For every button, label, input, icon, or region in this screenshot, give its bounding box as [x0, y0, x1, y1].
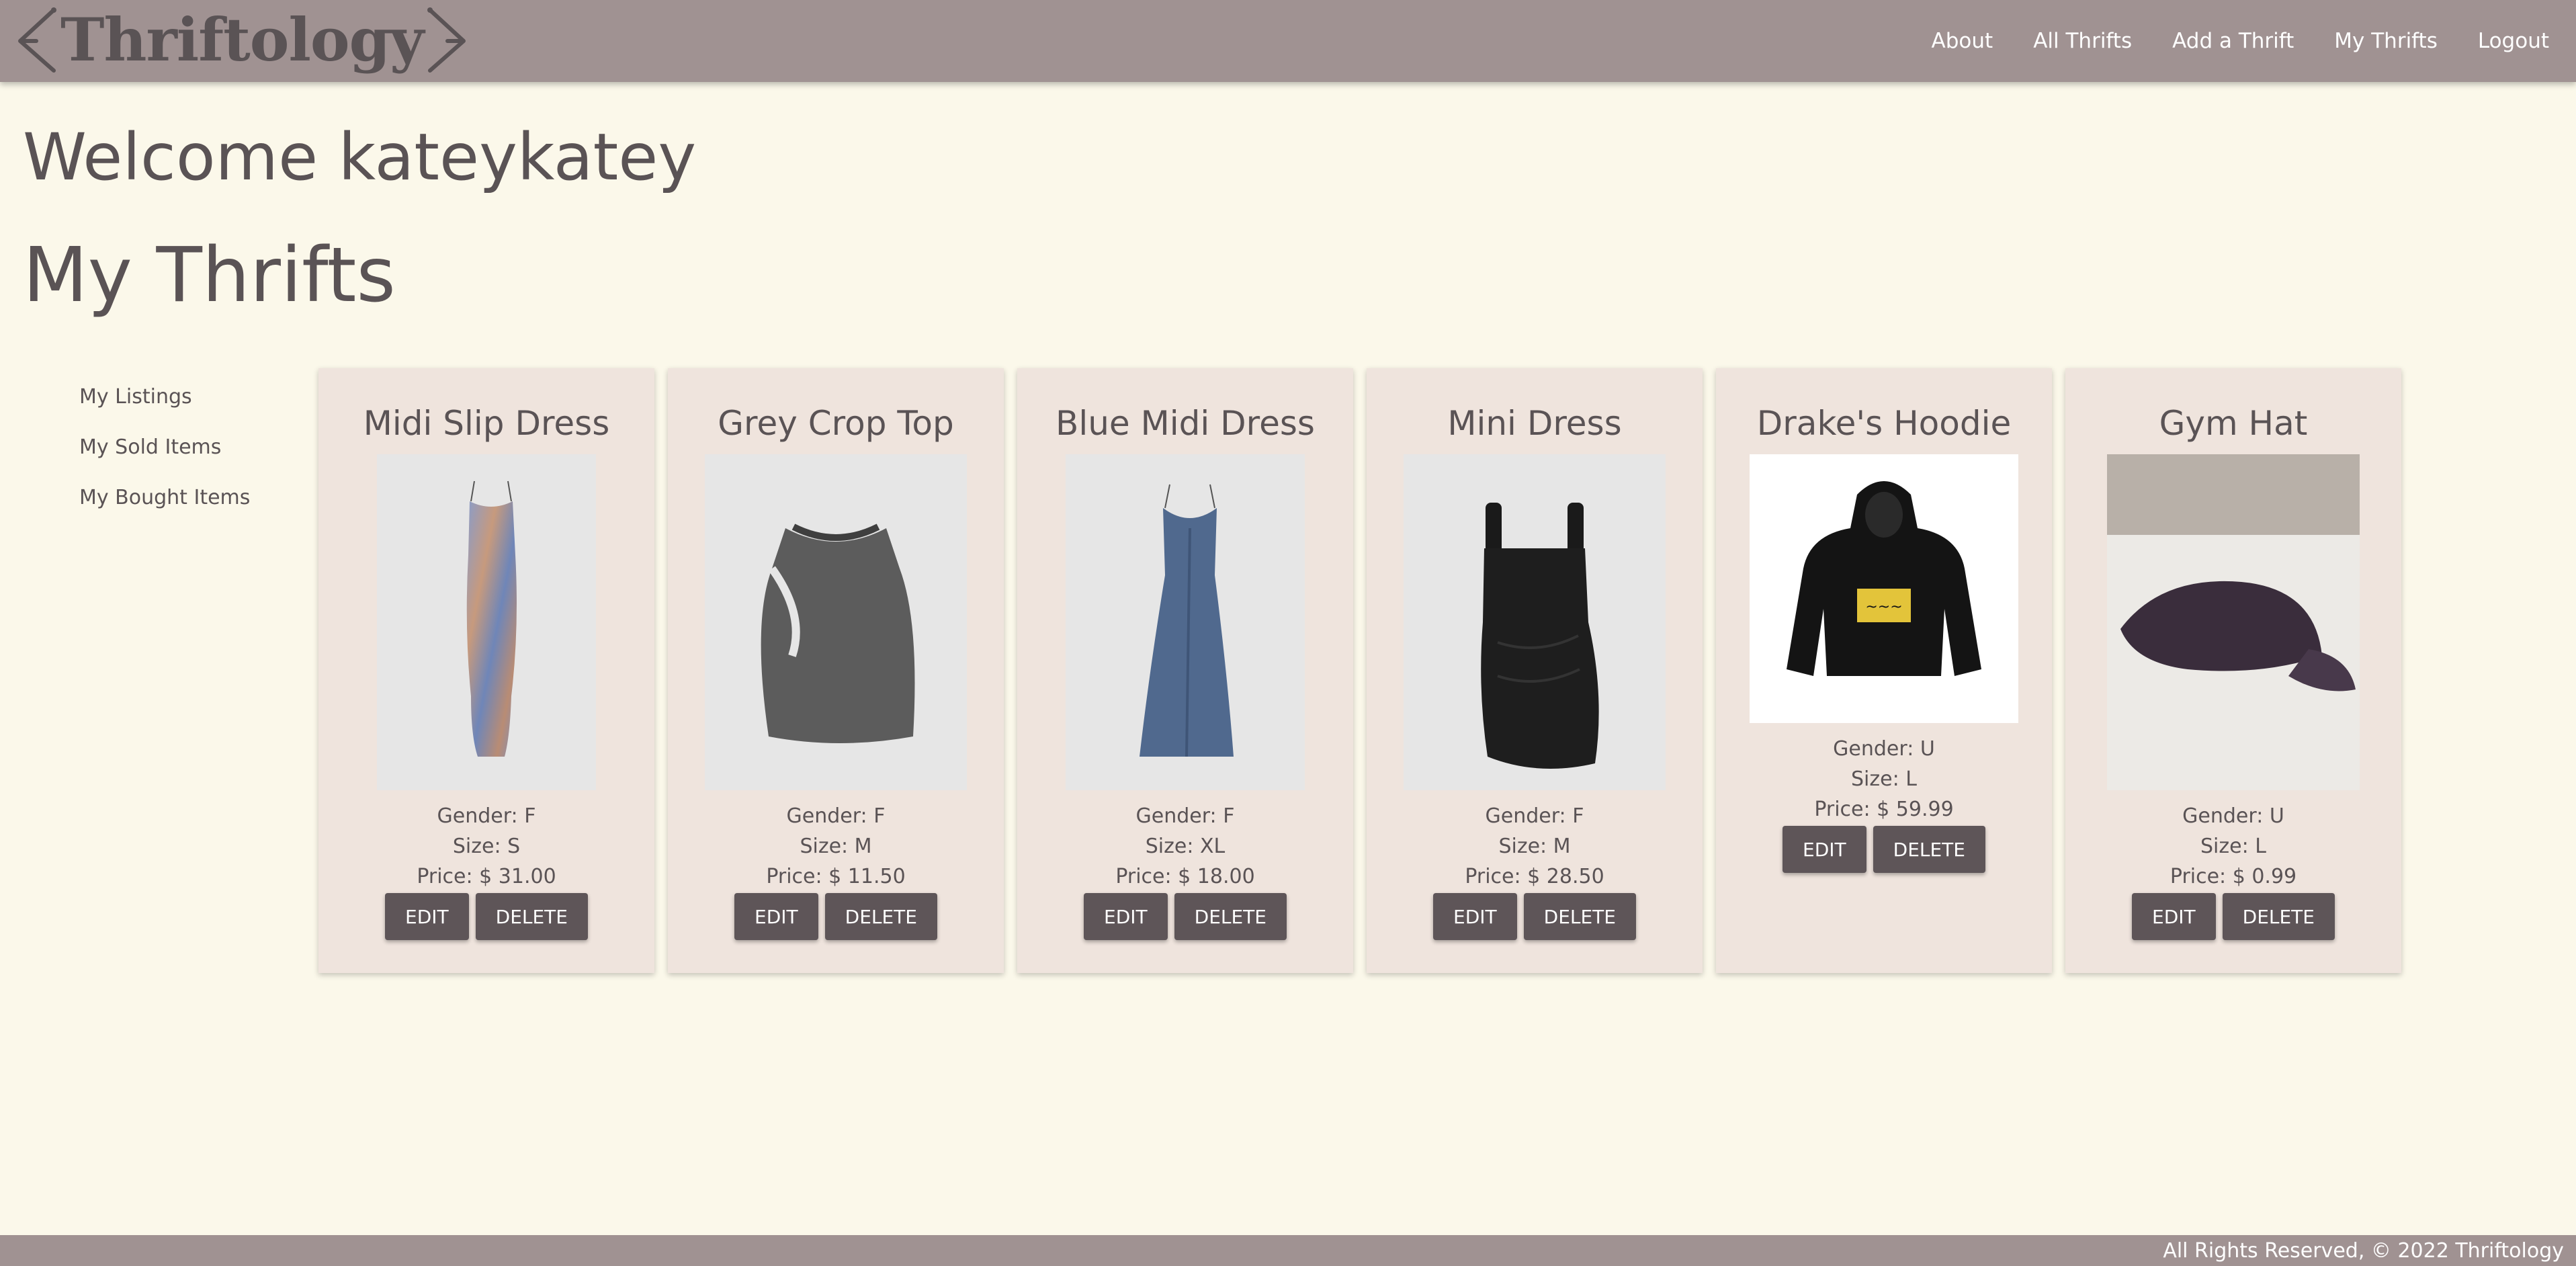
card-size: Size: L — [1851, 767, 1917, 791]
card-price: Price: $ 0.99 — [2170, 865, 2297, 888]
nav-add-a-thrift[interactable]: Add a Thrift — [2172, 29, 2294, 53]
card-gender: Gender: U — [1833, 737, 1935, 761]
card-size: Size: M — [1498, 835, 1571, 858]
card-actions: EDIT DELETE — [2065, 893, 2401, 940]
card-price: Price: $ 18.00 — [1115, 865, 1255, 888]
page-title: My Thrifts — [23, 232, 396, 319]
hanger-right-icon — [427, 7, 466, 73]
edit-button[interactable]: EDIT — [1783, 826, 1866, 873]
hanger-left-icon — [18, 7, 56, 73]
footer-copyright: All Rights Reserved, © 2022 Thriftology — [2163, 1238, 2564, 1263]
thrift-card-list: Midi Slip Dress Gender: F Size: S Price:… — [318, 368, 2401, 973]
card-actions: EDIT DELETE — [668, 893, 1004, 940]
cap-image — [2107, 454, 2360, 790]
nav-all-thrifts[interactable]: All Thrifts — [2033, 29, 2132, 53]
card-title: Blue Midi Dress — [1056, 404, 1315, 443]
thrift-card: Blue Midi Dress Gender: F Size: XL Price… — [1017, 368, 1353, 973]
sidebar-item-my-bought-items[interactable]: My Bought Items — [79, 485, 250, 510]
thrift-card: Mini Dress Gender: F Size: M Price: $ 28… — [1367, 368, 1703, 973]
thrift-card: Drake's Hoodie ~~~ Gender: U Size: L Pri… — [1716, 368, 2052, 973]
delete-button[interactable]: DELETE — [1523, 893, 1636, 940]
card-title: Midi Slip Dress — [363, 404, 610, 443]
nav-logout[interactable]: Logout — [2478, 29, 2549, 53]
nav-about[interactable]: About — [1932, 29, 1993, 53]
card-price: Price: $ 59.99 — [1814, 798, 1954, 821]
card-size: Size: M — [800, 835, 872, 858]
thrift-card: Grey Crop Top Gender: F Size: M Price: $… — [668, 368, 1004, 973]
card-gender: Gender: F — [786, 804, 886, 828]
card-title: Drake's Hoodie — [1756, 404, 2012, 443]
card-details: Gender: F Size: XL Price: $ 18.00 — [1017, 801, 1353, 892]
card-price: Price: $ 28.50 — [1465, 865, 1604, 888]
card-title: Mini Dress — [1447, 404, 1622, 443]
delete-button[interactable]: DELETE — [1174, 893, 1287, 940]
card-actions: EDIT DELETE — [1716, 826, 2052, 873]
footer: All Rights Reserved, © 2022 Thriftology — [0, 1235, 2576, 1266]
card-size: Size: XL — [1145, 835, 1226, 858]
card-details: Gender: U Size: L Price: $ 59.99 — [1716, 734, 2052, 825]
card-gender: Gender: F — [1485, 804, 1584, 828]
top-nav-bar: Thriftology About All Thrifts Add a Thri… — [0, 0, 2576, 82]
brand-name: Thriftology — [60, 5, 424, 75]
card-details: Gender: F Size: M Price: $ 28.50 — [1367, 801, 1703, 892]
mini-dress-image — [1404, 454, 1666, 790]
card-details: Gender: U Size: L Price: $ 0.99 — [2065, 801, 2401, 892]
edit-button[interactable]: EDIT — [734, 893, 818, 940]
midi-slip-dress-image — [377, 454, 596, 790]
grey-crop-top-image — [705, 454, 967, 790]
card-title: Grey Crop Top — [718, 404, 954, 443]
card-gender: Gender: F — [1135, 804, 1235, 828]
card-actions: EDIT DELETE — [318, 893, 654, 940]
delete-button[interactable]: DELETE — [475, 893, 588, 940]
card-gender: Gender: F — [437, 804, 536, 828]
edit-button[interactable]: EDIT — [385, 893, 469, 940]
edit-button[interactable]: EDIT — [2132, 893, 2216, 940]
delete-button[interactable]: DELETE — [2222, 893, 2335, 940]
card-details: Gender: F Size: S Price: $ 31.00 — [318, 801, 654, 892]
edit-button[interactable]: EDIT — [1084, 893, 1168, 940]
sidebar: My Listings My Sold Items My Bought Item… — [79, 384, 250, 536]
card-actions: EDIT DELETE — [1367, 893, 1703, 940]
thrift-card: Gym Hat Gender: U Size: L Price: $ 0.99 … — [2065, 368, 2401, 973]
card-details: Gender: F Size: M Price: $ 11.50 — [668, 801, 1004, 892]
delete-button[interactable]: DELETE — [824, 893, 937, 940]
edit-button[interactable]: EDIT — [1433, 893, 1517, 940]
card-actions: EDIT DELETE — [1017, 893, 1353, 940]
card-title: Gym Hat — [2159, 404, 2308, 443]
welcome-heading: Welcome kateykatey — [23, 120, 697, 195]
blue-midi-dress-image — [1066, 454, 1305, 790]
card-size: Size: S — [452, 835, 521, 858]
sidebar-item-my-sold-items[interactable]: My Sold Items — [79, 435, 250, 460]
main-nav: About All Thrifts Add a Thrift My Thrift… — [1932, 0, 2549, 82]
card-price: Price: $ 31.00 — [417, 865, 556, 888]
delete-button[interactable]: DELETE — [1873, 826, 1985, 873]
card-size: Size: L — [2200, 835, 2266, 858]
hoodie-graphic-text: ~~~ — [1865, 599, 1902, 616]
sidebar-item-my-listings[interactable]: My Listings — [79, 384, 250, 409]
card-gender: Gender: U — [2182, 804, 2284, 828]
hoodie-image: ~~~ — [1750, 454, 2018, 723]
thrift-card: Midi Slip Dress Gender: F Size: S Price:… — [318, 368, 654, 973]
card-price: Price: $ 11.50 — [766, 865, 906, 888]
brand-logo[interactable]: Thriftology — [16, 3, 468, 77]
nav-my-thrifts[interactable]: My Thrifts — [2334, 29, 2438, 53]
